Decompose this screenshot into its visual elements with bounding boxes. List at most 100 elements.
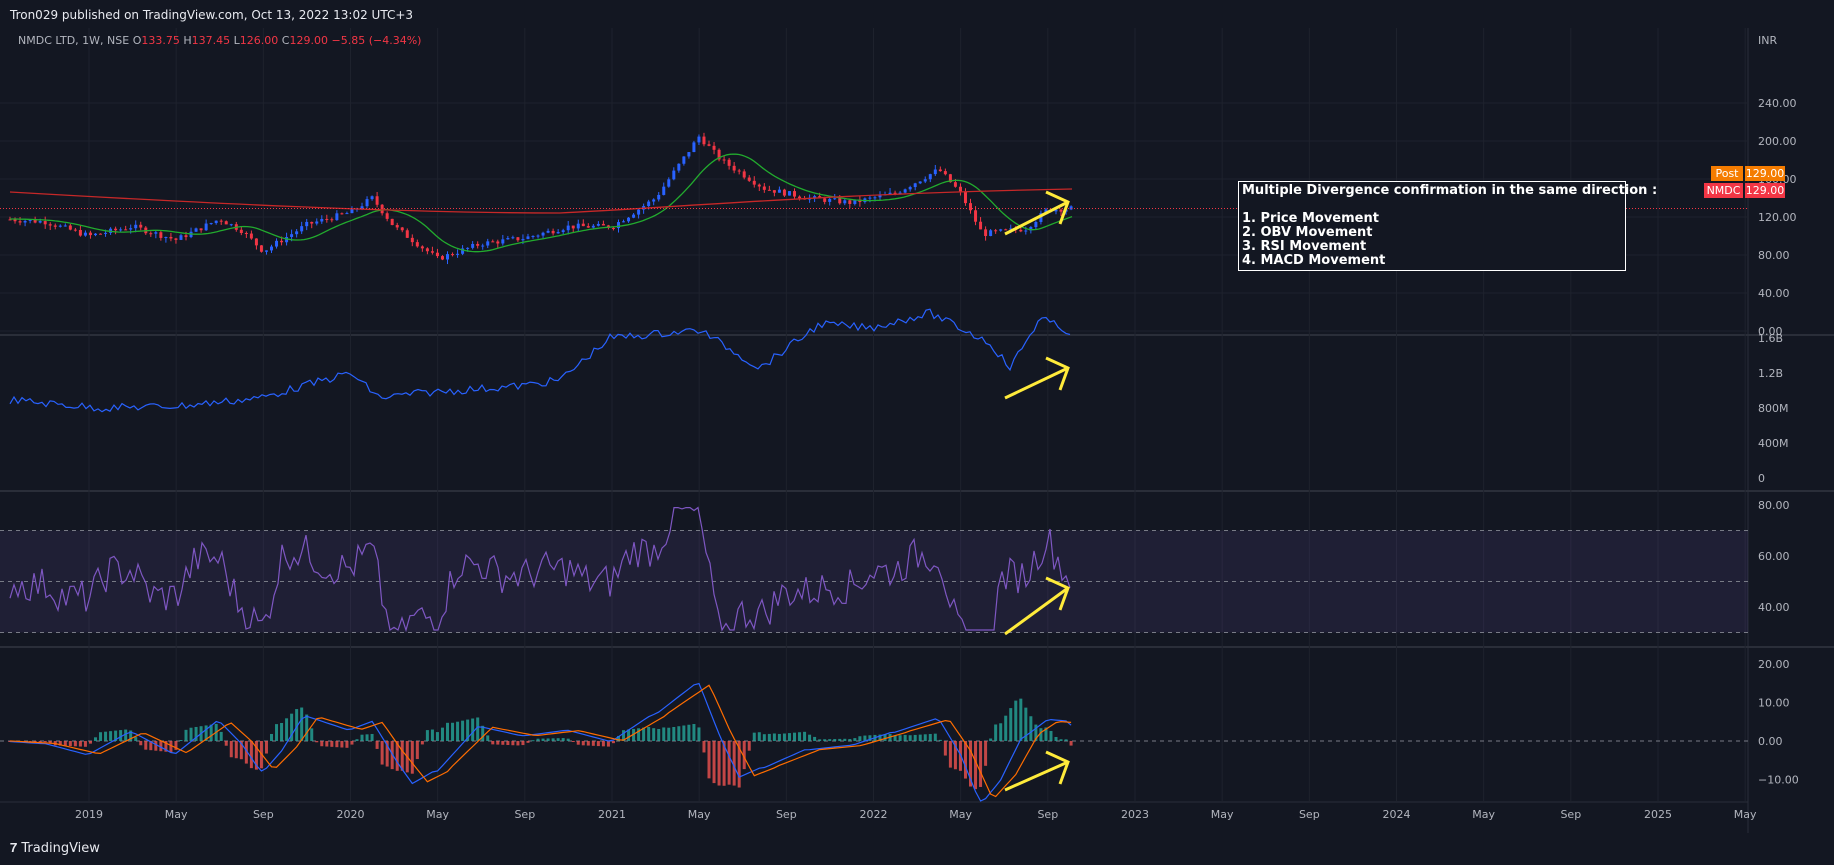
time-label: May (426, 808, 449, 821)
candle-body (310, 221, 314, 224)
candle-body (928, 174, 932, 180)
obv-tick-label: 1.6B (1758, 332, 1783, 345)
macd-histogram-bar (787, 733, 791, 741)
macd-histogram-bar (823, 739, 827, 741)
candle-body (782, 189, 786, 196)
macd-histogram-bar (400, 741, 404, 771)
candle-body (737, 170, 741, 172)
candle-body (506, 238, 510, 240)
macd-histogram-bar (923, 734, 927, 741)
candle-body (616, 222, 620, 229)
candle-body (300, 226, 304, 232)
macd-histogram-bar (1069, 741, 1073, 746)
macd-histogram-bar (712, 741, 716, 784)
obv-tick-label: 1.2B (1758, 367, 1783, 380)
candle-body (622, 221, 626, 223)
macd-histogram-bar (536, 738, 540, 741)
candle-body (637, 209, 641, 215)
macd-histogram-bar (365, 734, 369, 741)
macd-histogram-bar (440, 727, 444, 741)
candle-body (953, 182, 957, 187)
macd-histogram-bar (415, 741, 419, 760)
candle-body (591, 225, 595, 228)
macd-histogram-bar (1029, 716, 1033, 741)
candle-body (415, 242, 419, 247)
candle-body (400, 227, 404, 231)
candle-body (682, 156, 686, 164)
candle-body (149, 233, 153, 235)
macd-histogram-bar (531, 740, 535, 742)
candle-body (13, 219, 17, 222)
macd-histogram-bar (727, 741, 731, 785)
macd-histogram-bar (551, 738, 555, 741)
macd-histogram-bar (793, 732, 796, 741)
macd-histogram-bar (782, 733, 786, 741)
macd-histogram-bar (471, 718, 475, 741)
time-label: Sep (1299, 808, 1320, 821)
macd-histogram-bar (310, 728, 314, 741)
symbol-name[interactable]: NMDC LTD, 1W, NSE (18, 34, 129, 47)
note-line-1: 1. Price Movement (1242, 211, 1379, 226)
macd-histogram-bar (576, 741, 580, 745)
macd-histogram-bar (717, 741, 721, 786)
macd-histogram-bar (843, 738, 847, 741)
price-tick-label: 40.00 (1758, 287, 1790, 300)
candle-body (451, 254, 455, 256)
divergence-note[interactable]: Multiple Divergence confirmation in the … (1238, 181, 1657, 271)
candle-body (918, 181, 922, 184)
candle-body (697, 136, 701, 143)
candle-body (410, 237, 414, 243)
time-label: May (688, 808, 711, 821)
publish-header: Tron029 published on TradingView.com, Oc… (0, 0, 1834, 28)
macd-histogram-bar (677, 726, 681, 741)
time-label: 2020 (337, 808, 365, 821)
candle-body (938, 169, 942, 172)
candle-body (933, 169, 937, 175)
candle-body (772, 190, 776, 193)
candle-body (456, 253, 460, 255)
candle-body (18, 221, 22, 223)
macd-histogram-bar (234, 741, 238, 759)
tv-logo-icon: 𝟕 (10, 841, 22, 856)
publish-info: Tron029 published on TradingView.com, Oc… (10, 8, 414, 22)
candle-body (219, 220, 223, 222)
low-value: 126.00 (239, 34, 279, 47)
candle-body (295, 231, 299, 235)
candle-body (958, 186, 962, 192)
macd-histogram-bar (943, 741, 947, 756)
candle-body (239, 229, 243, 233)
candle-body (979, 221, 983, 230)
candle-body (667, 179, 671, 187)
candle-body (420, 246, 424, 249)
candle-body (798, 196, 802, 199)
tradingview-logo[interactable]: 𝟕 TradingView (10, 841, 100, 856)
time-label: Sep (1560, 808, 1581, 821)
macd-histogram-bar (581, 741, 585, 746)
macd-histogram-bar (541, 738, 545, 741)
change-value: −5.85 (−4.34%) (331, 34, 422, 47)
macd-tick-label: −10.00 (1758, 774, 1799, 787)
macd-histogram-bar (68, 741, 72, 747)
macd-histogram-bar (93, 737, 97, 741)
chart-svg[interactable]: 2019 May Sep 2020 May Sep 2021 May Sep 2022 May Sep… (0, 28, 1834, 833)
time-label: May (165, 808, 188, 821)
candle-body (229, 224, 233, 226)
macd-tick-label: 10.00 (1758, 697, 1790, 710)
macd-histogram-bar (486, 735, 490, 741)
candle-body (999, 229, 1003, 231)
candle-body (315, 221, 319, 224)
time-label: May (1472, 808, 1495, 821)
high-value: 137.45 (191, 34, 231, 47)
candle-body (843, 200, 847, 204)
candle-body (1004, 229, 1008, 231)
macd-histogram-bar (355, 739, 359, 741)
macd-histogram-bar (938, 739, 942, 741)
macd-tick-label: 0.00 (1758, 735, 1783, 748)
macd-histogram-bar (104, 731, 108, 741)
candle-body (179, 235, 183, 240)
time-label: Sep (253, 808, 274, 821)
macd-histogram-bar (224, 741, 228, 746)
candle-body (687, 152, 691, 157)
candle-body (742, 171, 746, 178)
candle-body (677, 163, 681, 171)
